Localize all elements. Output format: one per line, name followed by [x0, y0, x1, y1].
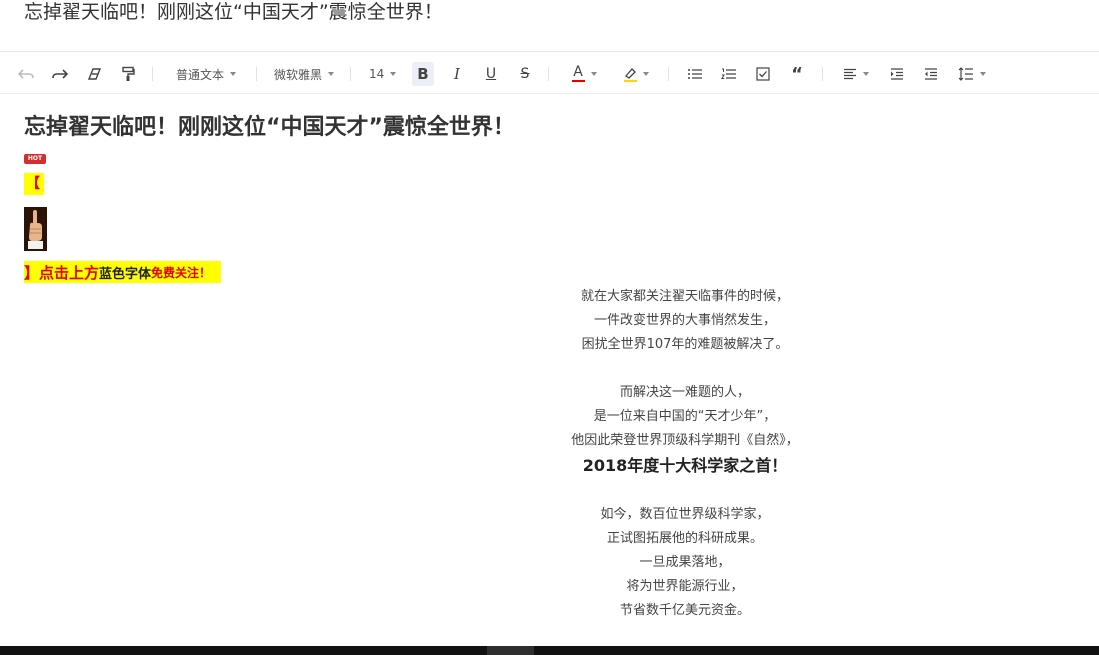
indent-increase-icon[interactable] [886, 62, 908, 86]
redo-icon[interactable] [48, 62, 72, 86]
article-body: 就在大家都关注翟天临事件的时候， 一件改变世界的大事悄然发生， 困扰全世界107… [385, 285, 985, 623]
body-line: 节省数千亿美元资金。 [619, 603, 750, 618]
toolbar-divider [822, 67, 823, 81]
toolbar-divider [350, 67, 351, 81]
body-line: 而解决这一难题的人， [619, 385, 750, 400]
font-size-select[interactable]: 14 [369, 62, 397, 86]
font-color-button[interactable]: A [564, 62, 604, 86]
chevron-down-icon [230, 72, 237, 76]
body-line: 一旦成果落地， [639, 555, 731, 570]
body-line: 如今，数百位世界级科学家， [600, 507, 770, 522]
checkbox-list-icon[interactable] [752, 62, 774, 86]
chevron-down-icon [328, 72, 335, 76]
scrollbar-thumb[interactable] [487, 646, 534, 655]
font-color-icon: A [573, 64, 583, 80]
body-line: 将为世界能源行业， [626, 579, 744, 594]
pointing-finger-image [24, 207, 47, 251]
chevron-down-icon [643, 72, 649, 76]
highlighter-icon [625, 67, 636, 79]
clear-format-icon[interactable] [84, 62, 106, 86]
body-line: 是一位来自中国的“天才少年”， [593, 409, 777, 424]
hot-badge: HOT [24, 154, 46, 164]
italic-button[interactable]: I [446, 62, 468, 86]
line-height-icon [958, 67, 973, 81]
toolbar-divider [668, 67, 669, 81]
indent-decrease-icon[interactable] [920, 62, 942, 86]
numbered-list-icon[interactable] [718, 62, 740, 86]
bottom-scrollbar[interactable] [0, 646, 1099, 655]
title-bar: 忘掉翟天临吧！刚刚这位“中国天才”震惊全世界！ [0, 0, 1099, 52]
editor-toolbar: 普通文本 微软雅黑 14 B I U S A “ [0, 56, 1099, 94]
highlight-line: 2018年度十大科学家之首！ [582, 456, 788, 475]
align-left-icon [844, 68, 856, 80]
align-button[interactable] [838, 62, 874, 86]
follow-prompt: 】点击上方 蓝色字体 免费关注！ [24, 261, 222, 283]
follow-part-2: 蓝色字体 [99, 266, 152, 282]
font-size-value: 14 [369, 67, 385, 81]
follow-part-3: 免费关注！ [151, 265, 212, 280]
body-line: 就在大家都关注翟天临事件的时候， [580, 289, 789, 304]
font-color-swatch [571, 80, 585, 82]
highlight-color-button[interactable] [616, 62, 656, 86]
font-family-value: 微软雅黑 [274, 67, 323, 82]
quote-icon[interactable]: “ [786, 62, 808, 86]
chevron-down-icon [390, 72, 397, 76]
undo-icon[interactable] [14, 62, 38, 86]
editor-content[interactable]: 忘掉翟天临吧！刚刚这位“中国天才”震惊全世界！ HOT 【 】点击上方 蓝色字体… [0, 95, 1099, 646]
highlight-color-swatch [623, 79, 637, 82]
toolbar-divider [152, 67, 153, 81]
chevron-down-icon [590, 72, 597, 76]
follow-part-1: 】点击上方 [24, 263, 100, 282]
article-heading: 忘掉翟天临吧！刚刚这位“中国天才”震惊全世界！ [24, 115, 515, 140]
bullet-list-icon[interactable] [684, 62, 706, 86]
chevron-down-icon [863, 72, 869, 76]
strikethrough-button[interactable]: S [514, 62, 536, 86]
body-line: 正试图拓展他的科研成果。 [606, 531, 763, 546]
paragraph-style-value: 普通文本 [176, 67, 225, 82]
toolbar-divider [256, 67, 257, 81]
chevron-down-icon [980, 72, 986, 76]
paragraph-style-select[interactable]: 普通文本 [176, 62, 237, 86]
bold-button[interactable]: B [412, 62, 434, 86]
document-title-input[interactable]: 忘掉翟天临吧！刚刚这位“中国天才”震惊全世界！ [24, 0, 443, 26]
bracket-open: 【 [24, 173, 44, 195]
body-line: 他因此荣登世界顶级科学期刊《自然》， [571, 433, 799, 448]
format-painter-icon[interactable] [117, 62, 139, 86]
body-line: 一件改变世界的大事悄然发生， [593, 313, 776, 328]
body-line: 困扰全世界107年的难题被解决了。 [581, 337, 789, 352]
underline-button[interactable]: U [480, 62, 502, 86]
line-height-button[interactable] [954, 62, 990, 86]
toolbar-divider [548, 67, 549, 81]
font-family-select[interactable]: 微软雅黑 [274, 62, 335, 86]
